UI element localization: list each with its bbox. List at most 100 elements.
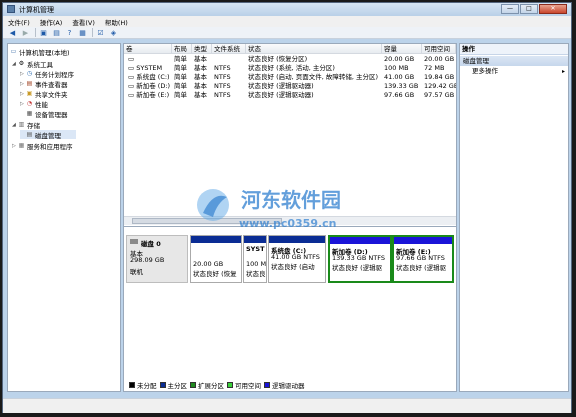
performance-icon: ◔ xyxy=(26,100,33,107)
partition-title: SYST xyxy=(246,245,265,253)
legend-label: 主分区 xyxy=(167,382,188,390)
legend-swatch xyxy=(227,382,233,388)
disk-status: 联机 xyxy=(130,268,143,276)
partition-bar xyxy=(394,237,452,244)
column-header-volume[interactable]: 卷 xyxy=(124,44,172,54)
tree-item-system-tools[interactable]: ◢ ⚙ 系统工具 xyxy=(12,59,53,69)
horizontal-scrollbar[interactable] xyxy=(124,216,456,225)
column-header-status[interactable]: 状态 xyxy=(246,44,382,54)
up-folder-icon[interactable]: ▣ xyxy=(38,28,49,38)
partition-recovery[interactable]: 20.00 GB 状态良好 (恢复 xyxy=(190,235,242,283)
volume-icon: ▭ xyxy=(128,91,137,99)
legend-label: 未分配 xyxy=(137,382,157,390)
partition-c[interactable]: 系统盘 (C:) 41.00 GB NTFS 状态良好 (启动 xyxy=(268,235,326,283)
filesystem-cell: NTFS xyxy=(214,73,231,81)
type-cell: 基本 xyxy=(194,64,207,72)
title-bar[interactable]: 计算机管理 — □ ✕ xyxy=(3,3,571,16)
legend-swatch xyxy=(129,382,135,388)
tree-root-label: 计算机管理(本地) xyxy=(19,48,70,57)
check-icon[interactable]: ☑ xyxy=(95,28,106,38)
free-space-cell: 19.84 GB xyxy=(424,73,455,81)
close-button[interactable]: ✕ xyxy=(539,4,567,14)
tree-item-device-manager[interactable]: ▦ 设备管理器 xyxy=(20,109,68,119)
menu-action[interactable]: 操作(A) xyxy=(35,16,68,27)
type-cell: 基本 xyxy=(194,91,207,99)
tree-item-label: 服务和应用程序 xyxy=(27,142,73,151)
partition-bar xyxy=(269,236,325,243)
show-hide-tree-icon[interactable]: ▤ xyxy=(51,28,62,38)
disk-name: 磁盘 0 xyxy=(141,240,161,248)
shield-icon[interactable]: ◈ xyxy=(108,28,119,38)
tree-root[interactable]: ▭ 计算机管理(本地) xyxy=(10,47,70,57)
column-header-layout[interactable]: 布局 xyxy=(172,44,192,54)
scrollbar-thumb[interactable] xyxy=(132,218,282,224)
disk-management-icon: ▤ xyxy=(26,131,33,138)
capacity-cell: 20.00 GB xyxy=(384,55,415,63)
storage-icon: ▥ xyxy=(18,121,25,128)
partition-system[interactable]: SYST 100 M 状态良 xyxy=(243,235,267,283)
legend-label: 逻辑驱动器 xyxy=(272,382,305,390)
column-header-filesystem[interactable]: 文件系统 xyxy=(212,44,246,54)
legend-swatch xyxy=(190,382,196,388)
volume-icon: ▭ xyxy=(128,73,137,81)
menu-view[interactable]: 查看(V) xyxy=(67,16,100,27)
more-actions-item[interactable]: 更多操作 xyxy=(472,67,566,76)
tree-item-label: 任务计划程序 xyxy=(35,70,74,79)
tree-item-shared-folders[interactable]: ▷ ▣ 共享文件夹 xyxy=(20,89,68,99)
status-cell: 状态良好 (启动, 页面文件, 故障转储, 主分区) xyxy=(248,73,379,81)
type-cell: 基本 xyxy=(194,82,207,90)
partition-bar xyxy=(191,236,241,243)
partition-size: 41.00 GB NTFS xyxy=(271,253,320,261)
tree-item-disk-management[interactable]: ▤ 磁盘管理 xyxy=(20,130,76,140)
free-space-cell: 20.00 GB xyxy=(424,55,455,63)
column-header-type[interactable]: 类型 xyxy=(192,44,212,54)
properties-icon[interactable]: ▦ xyxy=(77,28,88,38)
partition-legend: 未分配 主分区 扩展分区 可用空间 逻辑驱动器 xyxy=(126,380,305,390)
event-viewer-icon: ▤ xyxy=(26,80,33,87)
maximize-button[interactable]: □ xyxy=(520,4,538,14)
partition-size: 139.33 GB NTFS xyxy=(332,254,385,262)
window-title: 计算机管理 xyxy=(19,6,54,14)
tree-item-task-scheduler[interactable]: ▷ ◷ 任务计划程序 xyxy=(20,69,74,79)
filesystem-cell xyxy=(212,55,246,64)
layout-cell: 简单 xyxy=(174,55,187,63)
layout-cell: 简单 xyxy=(174,82,187,90)
status-cell: 状态良好 (逻辑驱动器) xyxy=(248,82,314,90)
partition-e[interactable]: 新加卷 (E:) 97.66 GB NTFS 状态良好 (逻辑驱 xyxy=(392,235,454,283)
free-space-cell: 97.57 GB xyxy=(424,91,455,99)
status-cell: 状态良好 (系统, 活动, 主分区) xyxy=(248,64,335,72)
navigation-tree: ▭ 计算机管理(本地) ◢ ⚙ 系统工具 ▷ ◷ 任务计划程序 ▷ ▤ 事件查看… xyxy=(7,43,121,392)
column-header-capacity[interactable]: 容量 xyxy=(382,44,422,54)
disk-graphical-view: 磁盘 0 基本 298.09 GB 联机 20.00 GB 状态良好 (恢复 S… xyxy=(124,226,456,391)
status-cell: 状态良好 (逻辑驱动器) xyxy=(248,91,314,99)
more-actions-arrow-icon[interactable]: ▸ xyxy=(562,67,565,76)
app-icon xyxy=(7,5,15,13)
column-header-free-space[interactable]: 可用空间 xyxy=(422,44,456,54)
tree-item-event-viewer[interactable]: ▷ ▤ 事件查看器 xyxy=(20,79,68,89)
tree-item-performance[interactable]: ▷ ◔ 性能 xyxy=(20,99,48,109)
volume-icon: ▭ xyxy=(128,64,137,72)
status-bar xyxy=(3,398,571,413)
volume-name-cell: ▭ xyxy=(126,55,172,64)
tree-item-storage[interactable]: ◢ ▥ 存储 xyxy=(12,120,40,130)
volume-name-cell: ▭ SYSTEM xyxy=(128,64,163,72)
tools-icon: ⚙ xyxy=(18,60,25,67)
volume-name-cell: ▭ 系统盘 (C:) xyxy=(128,73,170,81)
menu-help[interactable]: 帮助(H) xyxy=(100,16,133,27)
disk-0-label[interactable]: 磁盘 0 基本 298.09 GB 联机 xyxy=(126,235,188,283)
volume-name-cell: ▭ 新加卷 (D:) xyxy=(128,82,171,90)
partition-status: 状态良好 (逻辑驱 xyxy=(396,264,447,272)
tree-item-services-applications[interactable]: ▷ ▦ 服务和应用程序 xyxy=(12,141,73,151)
back-arrow-icon[interactable]: ◀ xyxy=(7,28,18,38)
forward-arrow-icon[interactable]: ▶ xyxy=(20,28,31,38)
capacity-cell: 97.66 GB xyxy=(384,91,415,99)
partition-d[interactable]: 新加卷 (D:) 139.33 GB NTFS 状态良好 (逻辑驱 xyxy=(328,235,392,283)
actions-section-disk-management[interactable]: 磁盘管理 xyxy=(460,56,568,66)
filesystem-cell: NTFS xyxy=(214,91,231,99)
layout-cell: 简单 xyxy=(174,64,187,72)
toolbar-separator xyxy=(92,28,93,37)
minimize-button[interactable]: — xyxy=(501,4,519,14)
help-icon[interactable]: ? xyxy=(64,28,75,38)
free-space-cell: 129.42 GB xyxy=(424,82,456,90)
menu-file[interactable]: 文件(F) xyxy=(3,16,35,27)
